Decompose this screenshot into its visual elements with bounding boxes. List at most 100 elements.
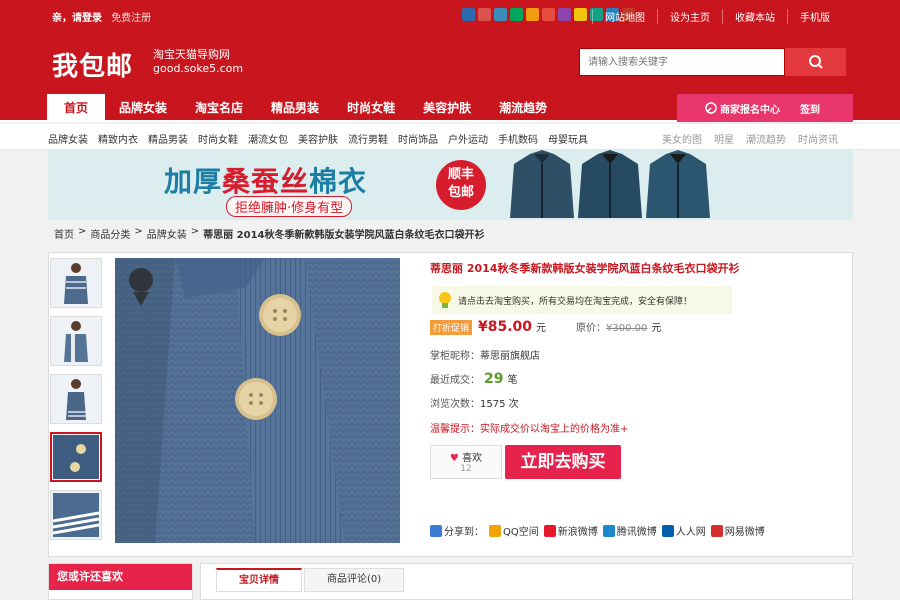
buy-now-button[interactable]: 立即去购买 <box>505 445 621 479</box>
share-bar: 分享到： QQ空间 新浪微博 腾讯微博 人人网 网易微博 <box>430 523 765 538</box>
product-main-image[interactable] <box>115 258 400 543</box>
badge-line-1: 顺丰 <box>447 167 474 182</box>
signin-link[interactable]: 签到 <box>800 101 820 116</box>
search-button[interactable] <box>785 48 846 76</box>
purchase-notice-text: 请点击去淘宝购买，所有交易均在淘宝完成，安全有保障！ <box>458 296 693 307</box>
subnav-item[interactable]: 精品男装 <box>148 131 188 146</box>
mobile-link[interactable]: 手机版 <box>787 9 842 24</box>
search-input[interactable] <box>579 48 785 76</box>
breadcrumb-sep: > <box>190 226 200 237</box>
subnav-item[interactable]: 流行男鞋 <box>348 131 388 146</box>
product-thumbnail-selected[interactable] <box>50 432 102 482</box>
shop-name[interactable]: 蒂思丽旗舰店 <box>480 347 540 362</box>
subnav-extra-item[interactable]: 潮流趋势 <box>746 131 786 146</box>
tencent-weibo-icon <box>602 524 615 537</box>
subnav-item[interactable]: 母婴玩具 <box>548 131 588 146</box>
nav-brand-women[interactable]: 品牌女装 <box>105 94 181 122</box>
product-title: 蒂思丽 2014秋冬季新款韩版女装学院风蓝白条纹毛衣口袋开衫 <box>430 262 740 275</box>
subnav-item[interactable]: 品牌女装 <box>48 131 88 146</box>
stripe-detail-photo <box>53 493 99 537</box>
share-label-text: 分享到： <box>444 527 484 538</box>
price-unit: 元 <box>536 323 547 334</box>
product-thumbnail[interactable] <box>50 316 102 366</box>
product-thumbnail[interactable] <box>50 490 102 540</box>
nav-beauty[interactable]: 美容护肤 <box>409 94 485 122</box>
share-qzone-label: QQ空间 <box>503 527 539 538</box>
nav-men[interactable]: 精品男装 <box>257 94 333 122</box>
model-photo <box>66 379 86 420</box>
banner-slogan: 拒绝臃肿·修身有型 <box>226 196 353 217</box>
promo-banner[interactable]: 加厚桑蚕丝棉衣 拒绝臃肿·修身有型 顺丰 包邮 <box>48 150 853 220</box>
subnav-item[interactable]: 潮流女包 <box>248 131 288 146</box>
merchant-signup-link[interactable]: 商家报名中心 <box>720 101 780 116</box>
site-logo[interactable]: 我包邮 <box>52 46 133 83</box>
share-qzone[interactable]: QQ空间 <box>489 523 539 538</box>
search-icon <box>808 55 823 69</box>
subnav-extra-item[interactable]: 美女的图 <box>662 131 702 146</box>
subnav-item[interactable]: 时尚饰品 <box>398 131 438 146</box>
login-link[interactable]: 亲，请登录 <box>52 13 102 24</box>
main-nav: 首页 品牌女装 淘宝名店 精品男装 时尚女鞋 美容护肤 潮流趋势 商家报名中心 … <box>0 94 900 122</box>
breadcrumb-category[interactable]: 商品分类 <box>90 226 130 241</box>
tagline-cn: 淘宝天猫导购网 <box>153 48 230 61</box>
breadcrumb-home[interactable]: 首页 <box>54 226 74 241</box>
social-share-icon[interactable] <box>558 8 571 21</box>
nav-women-shoes[interactable]: 时尚女鞋 <box>333 94 409 122</box>
subnav-item[interactable]: 户外运动 <box>448 131 488 146</box>
social-share-icon[interactable] <box>510 8 523 21</box>
social-share-icon[interactable] <box>574 8 587 21</box>
share-sina-label: 新浪微博 <box>557 527 598 538</box>
social-share-icon[interactable] <box>526 8 539 21</box>
subnav-item[interactable]: 美容护肤 <box>298 131 338 146</box>
jacket-image <box>510 150 574 218</box>
share-icon <box>430 524 442 537</box>
sold-unit: 笔 <box>507 375 518 386</box>
nav-trends[interactable]: 潮流趋势 <box>485 94 561 122</box>
tab-reviews[interactable]: 商品评论(0) <box>304 568 405 592</box>
share-tencent-weibo[interactable]: 腾讯微博 <box>602 523 657 538</box>
share-netease-weibo[interactable]: 网易微博 <box>710 523 765 538</box>
social-share-icon[interactable] <box>478 8 491 21</box>
subnav-extra-item[interactable]: 明星 <box>714 131 734 146</box>
product-thumbnail[interactable] <box>50 374 102 424</box>
breadcrumb-sep: > <box>134 226 143 237</box>
sold-label: 最近成交： <box>430 375 480 386</box>
sold-count: 29 <box>484 371 504 387</box>
netease-weibo-icon <box>710 524 723 537</box>
shop-label: 掌柜昵称： <box>430 351 480 362</box>
top-bar: 亲，请登录 免费注册 网站地图 设为主页 收藏本站 手机版 <box>0 0 900 30</box>
banner-title-c: 棉衣 <box>309 165 368 198</box>
nav-taobao-shops[interactable]: 淘宝名店 <box>181 94 257 122</box>
breadcrumb-subcategory[interactable]: 品牌女装 <box>147 226 187 241</box>
share-sina-weibo[interactable]: 新浪微博 <box>543 523 598 538</box>
register-link[interactable]: 免费注册 <box>111 13 151 24</box>
share-netease-label: 网易微博 <box>724 527 765 538</box>
sale-price: ¥85.00 <box>478 319 533 335</box>
subnav-item[interactable]: 手机数码 <box>498 131 538 146</box>
site-tagline: 淘宝天猫导购网 good.soke5.com <box>153 48 243 76</box>
product-thumbnail[interactable] <box>50 258 102 308</box>
price-row: 打折促销 ¥85.00 元 原价： ¥300.00 元 <box>430 319 661 335</box>
breadcrumb: 首页 > 商品分类 > 品牌女装 > 蒂思丽 2014秋冬季新款韩版女装学院风蓝白条纹… <box>54 226 485 241</box>
social-share-icon[interactable] <box>462 8 475 21</box>
subnav-item[interactable]: 时尚女鞋 <box>198 131 238 146</box>
jacket-image <box>646 150 710 218</box>
like-label: 喜欢 <box>462 453 483 464</box>
subnav-extra-item[interactable]: 时尚资讯 <box>798 131 838 146</box>
tab-item-details[interactable]: 宝贝详情 <box>216 568 302 592</box>
bookmark-link[interactable]: 收藏本站 <box>722 9 787 24</box>
share-tencent-label: 腾讯微博 <box>616 527 657 538</box>
discount-tag: 打折促销 <box>430 320 473 335</box>
social-share-icon[interactable] <box>494 8 507 21</box>
like-button[interactable]: ♥ 喜欢 12 <box>430 445 502 479</box>
social-share-icon[interactable] <box>542 8 555 21</box>
share-renren[interactable]: 人人网 <box>661 523 706 538</box>
subnav-item[interactable]: 精致内衣 <box>98 131 138 146</box>
sitemap-link[interactable]: 网站地图 <box>592 9 657 24</box>
set-homepage-link[interactable]: 设为主页 <box>657 9 722 24</box>
lightbulb-icon <box>432 287 458 313</box>
sub-nav: 品牌女装 精致内衣 精品男装 时尚女鞋 潮流女包 美容护肤 流行男鞋 时尚饰品 … <box>0 124 900 150</box>
sub-nav-extra: 美女的图 明星 潮流趋势 时尚资讯 <box>662 131 838 146</box>
detail-tabs: 宝贝详情 商品评论(0) <box>216 568 406 592</box>
nav-home[interactable]: 首页 <box>47 94 106 122</box>
